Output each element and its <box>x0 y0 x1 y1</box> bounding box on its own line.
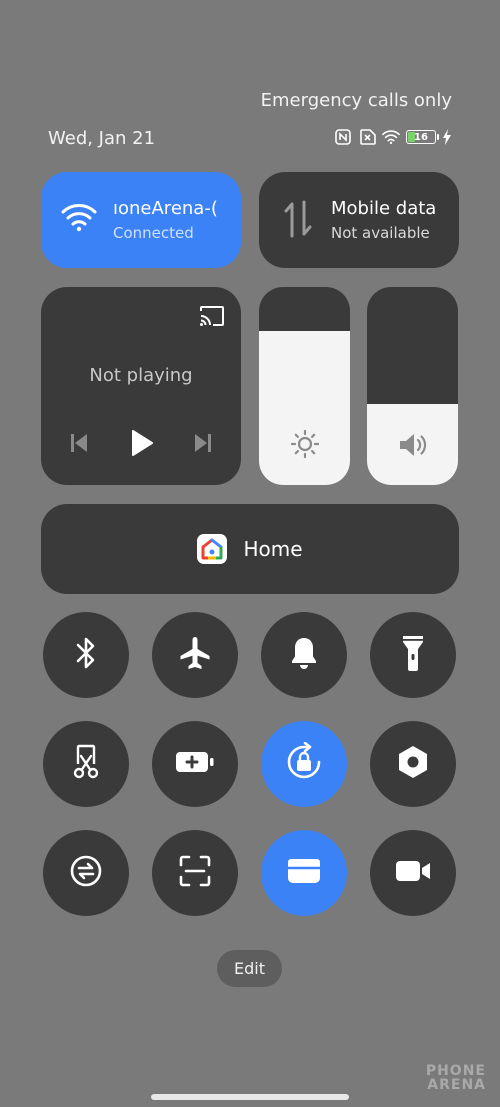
wifi-status: Connected <box>113 224 194 242</box>
nfc-icon <box>334 128 352 146</box>
wifi-tile[interactable]: ıoneArena-( Connected <box>41 172 241 268</box>
rotation-lock-icon <box>284 741 324 786</box>
sync-toggle[interactable] <box>43 830 129 916</box>
volume-slider[interactable] <box>367 287 458 485</box>
brightness-level <box>259 330 350 485</box>
bell-icon <box>289 636 319 674</box>
watermark-logo: PHONE ARENA <box>426 1064 486 1092</box>
mobile-data-icon <box>283 200 319 238</box>
wifi-icon <box>61 202 97 238</box>
flashlight-icon <box>400 634 426 676</box>
battery-level: 16 <box>414 131 428 143</box>
video-camera-icon <box>394 858 432 888</box>
bluetooth-toggle[interactable] <box>43 612 129 698</box>
sound-toggle[interactable] <box>261 612 347 698</box>
next-icon[interactable] <box>191 429 215 457</box>
wifi-network-name: ıoneArena-( <box>113 198 218 219</box>
bluetooth-icon <box>73 636 99 674</box>
hexagon-icon <box>397 745 429 783</box>
watermark-line2: ARENA <box>427 1077 486 1093</box>
play-icon[interactable] <box>129 429 155 457</box>
cast-icon[interactable] <box>199 305 225 327</box>
scan-icon <box>178 854 212 892</box>
mobile-data-status: Not available <box>331 224 430 242</box>
media-player-tile[interactable]: Not playing <box>41 287 241 485</box>
airplane-mode-toggle[interactable] <box>152 612 238 698</box>
carrier-status-text: Emergency calls only <box>260 90 452 111</box>
airplane-icon <box>177 635 213 675</box>
screenshot-toggle[interactable] <box>43 721 129 807</box>
sun-icon <box>259 429 350 459</box>
home-control-tile[interactable]: Home <box>41 504 459 594</box>
mobile-data-title: Mobile data <box>331 198 437 219</box>
speaker-icon <box>367 431 458 459</box>
sync-icon <box>68 853 104 893</box>
wallet-icon <box>286 856 322 890</box>
date-text: Wed, Jan 21 <box>48 128 156 149</box>
brightness-slider[interactable] <box>259 287 350 485</box>
wifi-icon <box>382 128 400 146</box>
home-indicator[interactable] <box>151 1094 349 1100</box>
video-toggle[interactable] <box>370 830 456 916</box>
home-label: Home <box>243 537 303 561</box>
watermark-line1: PHONE <box>425 1063 486 1079</box>
scissors-icon <box>69 744 103 784</box>
battery-saver-toggle[interactable] <box>152 721 238 807</box>
google-home-icon <box>197 534 228 564</box>
previous-icon[interactable] <box>67 429 91 457</box>
charging-icon <box>442 128 452 146</box>
scanner-toggle[interactable] <box>152 830 238 916</box>
mobile-data-tile[interactable]: Mobile data Not available <box>259 172 459 268</box>
settings-toggle[interactable] <box>370 721 456 807</box>
status-icons: 16 <box>334 128 452 146</box>
battery-plus-icon <box>175 750 215 778</box>
rotation-lock-toggle[interactable] <box>261 721 347 807</box>
no-sim-icon <box>358 128 376 146</box>
flashlight-toggle[interactable] <box>370 612 456 698</box>
wallet-toggle[interactable] <box>261 830 347 916</box>
media-status-text: Not playing <box>89 365 193 386</box>
battery-icon: 16 <box>406 130 439 144</box>
edit-button[interactable]: Edit <box>217 950 282 987</box>
